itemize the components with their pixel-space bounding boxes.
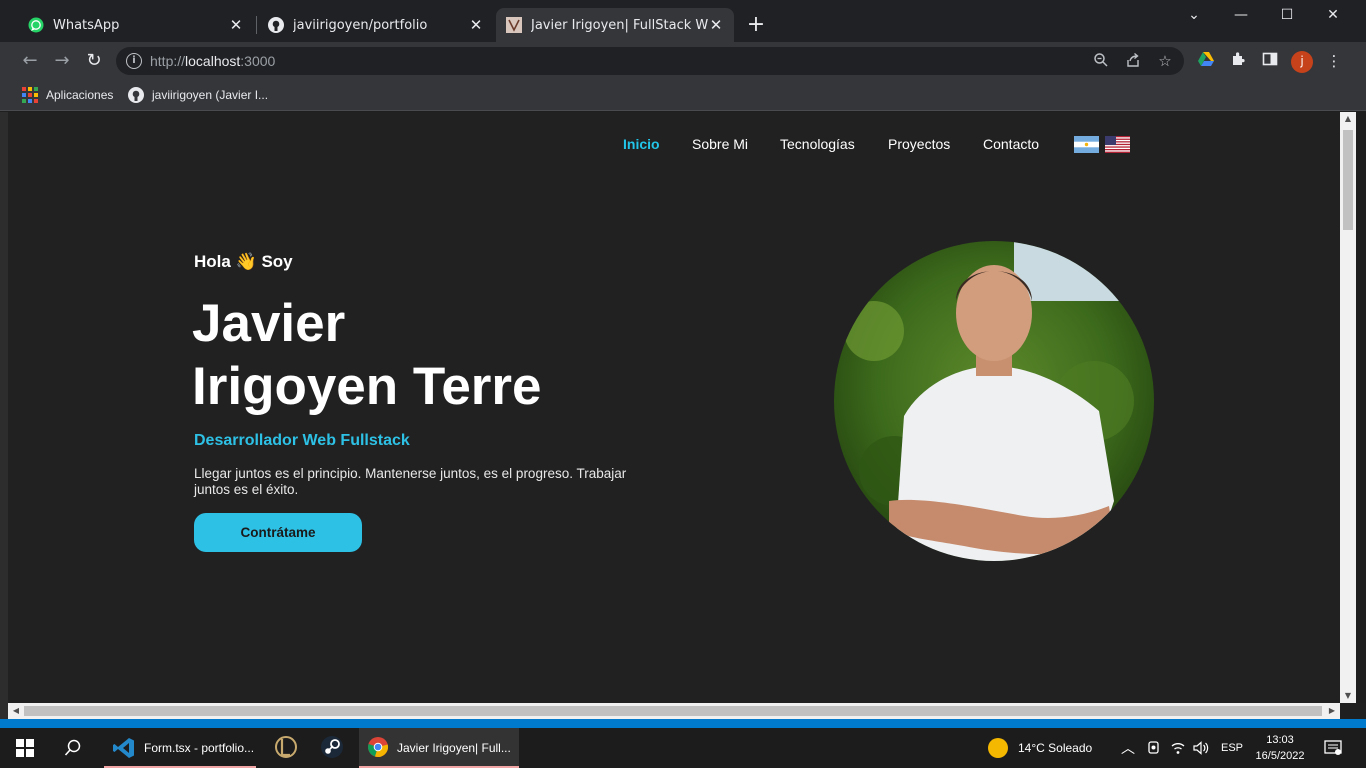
github-icon [268, 17, 284, 33]
bookmark-github-profile[interactable]: javiirigoyen (Javier I... [128, 85, 268, 105]
league-of-legends-icon [274, 735, 298, 762]
nav-contacto[interactable]: Contacto [983, 136, 1039, 152]
scroll-down-icon[interactable]: ▼ [1340, 689, 1356, 703]
apps-icon [22, 87, 38, 103]
clock-time: 13:03 [1266, 734, 1294, 746]
taskbar: Form.tsx - portfolio... Javier Irigoyen|… [0, 728, 1366, 768]
close-icon[interactable]: ✕ [708, 17, 724, 33]
wifi-icon[interactable] [1170, 728, 1186, 768]
hero-quote: Llegar juntos es el principio. Manteners… [194, 466, 627, 497]
browser-toolbar: ← → ↻ i http://localhost:3000 ☆ j ⋮ [0, 42, 1366, 80]
menu-icon[interactable]: ⋮ [1324, 51, 1344, 71]
scrollbar-thumb[interactable] [24, 706, 1322, 716]
window-close-button[interactable]: ✕ [1310, 0, 1356, 32]
hero-role: Desarrollador Web Fullstack [194, 432, 410, 449]
nav-proyectos[interactable]: Proyectos [888, 136, 950, 152]
share-icon[interactable] [1124, 52, 1142, 70]
profile-avatar[interactable]: j [1291, 51, 1313, 73]
site-favicon [506, 17, 522, 33]
taskbar-app-label: Form.tsx - portfolio... [144, 741, 255, 755]
taskbar-app-steam[interactable] [312, 728, 352, 768]
tab-divider [256, 16, 257, 34]
extensions-icon[interactable] [1228, 51, 1248, 71]
whatsapp-icon [28, 17, 44, 33]
scrollbar-thumb[interactable] [1343, 130, 1353, 230]
scroll-right-icon[interactable]: ▶ [1324, 703, 1340, 719]
chevron-up-icon: ︿ [1121, 740, 1135, 756]
hero-name-line2: Irigoyen Terre [192, 357, 542, 416]
editor-edge-right [1356, 112, 1366, 703]
sun-icon [988, 738, 1008, 758]
chrome-icon [367, 736, 391, 760]
vertical-scrollbar[interactable]: ▲ ▼ [1340, 112, 1356, 703]
reload-button[interactable]: ↻ [80, 48, 108, 76]
bookmarks-bar: Aplicaciones javiirigoyen (Javier I... [0, 80, 1366, 111]
editor-status-bar [0, 719, 1366, 728]
hero-name: Javier Irigoyen Terre [192, 292, 542, 418]
close-icon[interactable]: ✕ [228, 17, 244, 33]
profile-photo [834, 241, 1154, 561]
windows-start-icon[interactable] [12, 728, 38, 768]
scroll-left-icon[interactable]: ◀ [8, 703, 24, 719]
bookmark-label: Aplicaciones [46, 88, 114, 102]
new-tab-button[interactable]: + [744, 14, 768, 38]
address-bar[interactable]: i http://localhost:3000 ☆ [116, 47, 1184, 75]
language-indicator[interactable]: ESP [1221, 728, 1243, 768]
system-clock[interactable]: 13:03 16/5/2022 [1250, 732, 1310, 764]
tab-github[interactable]: javiirigoyen/portfolio ✕ [258, 8, 494, 42]
tab-title: javiirigoyen/portfolio [293, 17, 428, 33]
bookmark-apps[interactable]: Aplicaciones [22, 85, 113, 105]
steam-icon [320, 735, 344, 762]
tab-whatsapp[interactable]: WhatsApp ✕ [18, 8, 254, 42]
scroll-up-icon[interactable]: ▲ [1340, 112, 1356, 126]
bookmark-label: javiirigoyen (Javier I... [152, 88, 269, 102]
back-button[interactable]: ← [16, 48, 44, 76]
show-hidden-icons[interactable]: ︿ [1121, 728, 1135, 768]
url-text: http://localhost:3000 [150, 53, 276, 69]
bookmark-star-icon[interactable]: ☆ [1156, 52, 1174, 70]
nav-inicio[interactable]: Inicio [623, 136, 660, 152]
tab-title: Javier Irigoyen| FullStack Web De [531, 17, 708, 33]
taskbar-app-chrome[interactable]: Javier Irigoyen| Full... [359, 728, 519, 768]
tab-search-icon[interactable]: ⌄ [1171, 0, 1217, 32]
tab-portfolio[interactable]: Javier Irigoyen| FullStack Web De ✕ [496, 8, 734, 42]
meet-now-icon[interactable] [1146, 728, 1162, 768]
site-nav: Inicio Sobre Mi Tecnologías Proyectos Co… [8, 136, 1340, 156]
close-icon[interactable]: ✕ [468, 17, 484, 33]
taskbar-app-vscode[interactable]: Form.tsx - portfolio... [104, 728, 256, 768]
info-icon[interactable]: i [126, 53, 142, 69]
github-icon [128, 87, 144, 103]
page-viewport: Inicio Sobre Mi Tecnologías Proyectos Co… [8, 112, 1340, 703]
google-drive-icon[interactable] [1196, 51, 1216, 71]
tab-title: WhatsApp [53, 17, 120, 33]
nav-sobre-mi[interactable]: Sobre Mi [692, 136, 748, 152]
search-icon[interactable] [60, 728, 86, 768]
taskbar-app-league[interactable] [266, 728, 306, 768]
hero-name-line1: Javier [192, 294, 346, 353]
horizontal-scrollbar[interactable]: ◀ ▶ [8, 703, 1340, 719]
nav-tecnologias[interactable]: Tecnologías [780, 136, 855, 152]
notifications-icon[interactable] [1324, 728, 1342, 768]
maximize-button[interactable]: ☐ [1264, 0, 1310, 32]
tab-strip: WhatsApp ✕ javiirigoyen/portfolio ✕ Javi… [0, 0, 1366, 42]
weather-widget[interactable]: 14°C Soleado [988, 728, 1092, 768]
minimize-button[interactable]: — [1218, 0, 1264, 32]
volume-icon[interactable] [1192, 728, 1210, 768]
editor-edge [0, 112, 8, 728]
side-panel-icon[interactable] [1260, 51, 1280, 71]
greeting-text: Hola 👋 Soy [194, 252, 293, 271]
usa-flag-icon[interactable] [1105, 136, 1130, 153]
hire-me-button[interactable]: Contrátame [194, 513, 362, 552]
argentina-flag-icon[interactable] [1074, 136, 1099, 153]
vscode-icon [112, 736, 138, 760]
zoom-icon[interactable] [1092, 52, 1110, 70]
forward-button[interactable]: → [48, 48, 76, 76]
taskbar-app-label: Javier Irigoyen| Full... [397, 741, 511, 755]
clock-date: 16/5/2022 [1255, 750, 1305, 762]
weather-text: 14°C Soleado [1018, 741, 1093, 755]
